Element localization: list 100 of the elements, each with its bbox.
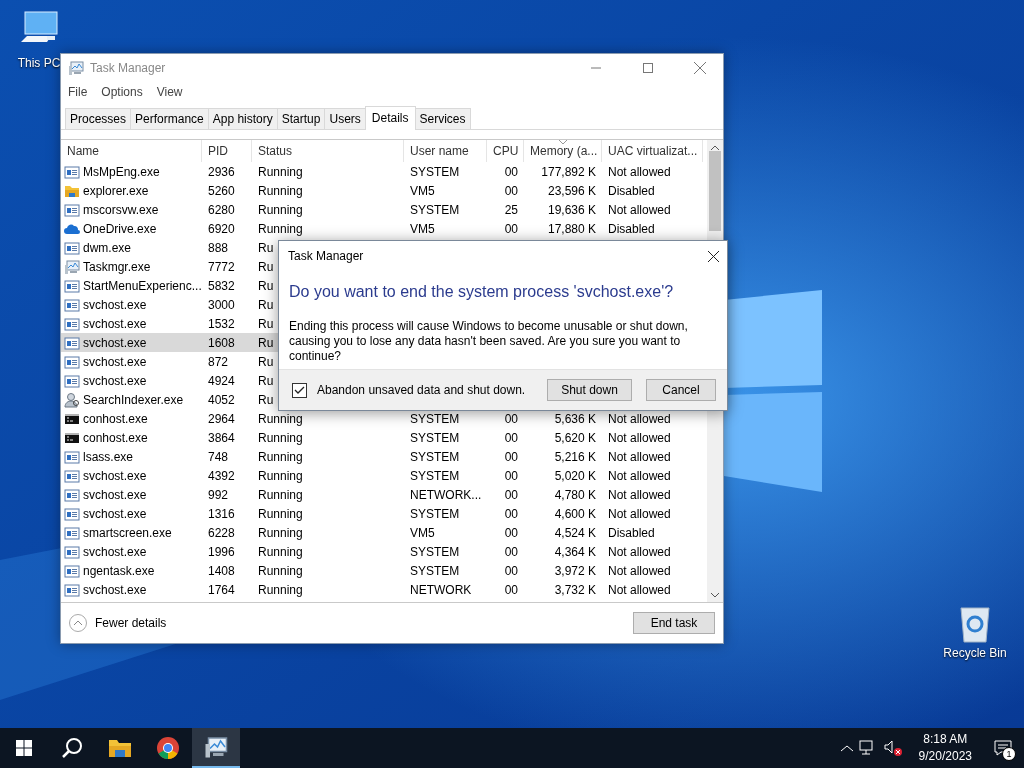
table-cell: svchost.exe <box>83 373 147 388</box>
table-cell-text: 5832 <box>207 278 235 293</box>
table-cell-text: Disabled <box>607 221 655 236</box>
table-cell-text: 1608 <box>207 335 235 350</box>
table-cell-text: 1532 <box>207 316 235 331</box>
table-cell: conhost.exe <box>83 411 148 426</box>
table-cell: svchost.exe <box>83 487 147 502</box>
table-cell-text: Running <box>257 449 303 464</box>
table-cell-text: Ru <box>257 373 274 388</box>
table-cell-text: 5,620 K <box>554 430 597 445</box>
table-cell-text: Running <box>257 468 303 483</box>
table-cell-text: Not allowed <box>607 164 671 179</box>
table-cell-text: 1316 <box>207 506 235 521</box>
table-cell: OneDrive.exe <box>83 221 157 236</box>
table-cell-text: SYSTEM <box>409 411 460 426</box>
table-cell-text: 00 <box>504 411 519 426</box>
table-cell-text: 3864 <box>207 430 235 445</box>
table-cell: svchost.exe <box>83 468 147 483</box>
table-cell-text: Not allowed <box>607 202 671 217</box>
table-cell-text: Ru <box>257 278 274 293</box>
dialog-title: Task Manager <box>288 249 364 263</box>
table-cell-text: 3,732 K <box>554 582 597 597</box>
table-cell-text: Ru <box>257 316 274 331</box>
table-cell: conhost.exe <box>83 430 148 445</box>
table-cell-text: Not allowed <box>607 468 671 483</box>
table-cell-text: NETWORK <box>409 582 472 597</box>
table-cell: explorer.exe <box>83 183 149 198</box>
table-cell-text: Ru <box>257 259 274 274</box>
table-cell-text: Disabled <box>607 183 655 198</box>
table-cell: lsass.exe <box>83 449 134 464</box>
table-cell: smartscreen.exe <box>83 525 172 540</box>
table-cell-text: NETWORK... <box>409 487 482 502</box>
table-cell-text: 1408 <box>207 563 235 578</box>
table-cell-text: Ru <box>257 240 274 255</box>
table-cell-text: Ru <box>257 297 274 312</box>
table-cell-text: 6280 <box>207 202 235 217</box>
window-title: Task Manager <box>90 60 167 75</box>
table-cell: SearchIndexer.exe <box>83 392 184 407</box>
table-cell: svchost.exe <box>83 297 147 312</box>
table-cell-text: 5260 <box>207 183 235 198</box>
table-cell-text: 00 <box>504 183 519 198</box>
table-cell-text: Ru <box>257 335 274 350</box>
table-cell-text: 3000 <box>207 297 235 312</box>
table-cell-text: 6920 <box>207 221 235 236</box>
table-cell-text: Ru <box>257 354 274 369</box>
table-cell-text: 00 <box>504 449 519 464</box>
table-cell-text: 177,892 K <box>541 164 597 179</box>
table-cell: svchost.exe <box>83 335 147 350</box>
table-cell-text: SYSTEM <box>409 449 460 464</box>
table-cell-text: 5,216 K <box>554 449 597 464</box>
table-cell-text: 00 <box>504 468 519 483</box>
table-cell-text: 888 <box>207 240 229 255</box>
table-cell-text: Running <box>257 563 303 578</box>
table-cell-text: 00 <box>504 525 519 540</box>
table-cell-text: Not allowed <box>607 544 671 559</box>
dialog-heading: Do you want to end the system process 'svchost.exe'? <box>288 282 675 301</box>
table-cell-text: Running <box>257 544 303 559</box>
table-cell-text: VM5 <box>409 525 435 540</box>
table-cell-text: VM5 <box>409 183 435 198</box>
table-cell: mscorsvw.exe <box>83 202 159 217</box>
table-cell-text: 4392 <box>207 468 235 483</box>
table-cell-text: Running <box>257 525 303 540</box>
table-cell-text: 6228 <box>207 525 235 540</box>
table-cell-text: Not allowed <box>607 563 671 578</box>
table-cell-text: 1764 <box>207 582 235 597</box>
table-cell-text: 872 <box>207 354 229 369</box>
table-cell-text: Running <box>257 221 303 236</box>
dialog-message: Ending this process will cause Windows to become unusable or shut down, causing you to lose any data hasn't been saved. Are you sure you want to continue? <box>288 318 689 365</box>
table-cell-text: SYSTEM <box>409 202 460 217</box>
table-cell-text: 4,524 K <box>554 525 597 540</box>
table-cell-text: Not allowed <box>607 430 671 445</box>
table-cell-text: SYSTEM <box>409 563 460 578</box>
table-cell-text: 4,364 K <box>554 544 597 559</box>
table-cell-text: 1996 <box>207 544 235 559</box>
table-cell: svchost.exe <box>83 506 147 521</box>
table-cell: svchost.exe <box>83 544 147 559</box>
table-cell-text: Not allowed <box>607 582 671 597</box>
table-cell-text: 17,880 K <box>547 221 597 236</box>
table-cell-text: SYSTEM <box>409 430 460 445</box>
table-cell-text: Running <box>257 164 303 179</box>
table-cell-text: Running <box>257 487 303 502</box>
table-cell: ngentask.exe <box>83 563 155 578</box>
table-cell-text: 00 <box>504 544 519 559</box>
table-cell-text: Not allowed <box>607 449 671 464</box>
table-cell-text: Disabled <box>607 525 655 540</box>
table-cell-text: Not allowed <box>607 411 671 426</box>
table-cell-text: Running <box>257 506 303 521</box>
table-cell-text: Not allowed <box>607 506 671 521</box>
table-cell-text: 2964 <box>207 411 235 426</box>
table-cell-text: 5,636 K <box>554 411 597 426</box>
table-cell-text: Running <box>257 411 303 426</box>
table-cell-text: 00 <box>504 164 519 179</box>
table-cell-text: VM5 <box>409 221 435 236</box>
table-cell-text: 748 <box>207 449 229 464</box>
table-cell-text: 7772 <box>207 259 235 274</box>
notification-badge: 1 <box>1002 747 1016 761</box>
table-cell-text: 00 <box>504 430 519 445</box>
table-cell-text: 5,020 K <box>554 468 597 483</box>
table-cell-text: Not allowed <box>607 487 671 502</box>
table-cell: Taskmgr.exe <box>83 259 151 274</box>
